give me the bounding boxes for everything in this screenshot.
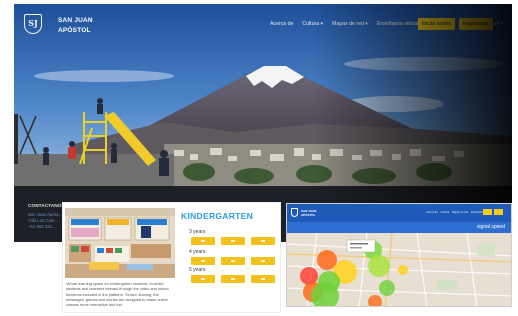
contact-address[interactable]: San Juan Apóst...: [28, 212, 62, 217]
level-button[interactable]: [251, 257, 275, 265]
login-button[interactable]: Iniciar sesión: [418, 18, 456, 30]
map-nav-culture[interactable]: Cultura: [441, 211, 449, 214]
brand-line-2: APÓSTOL: [58, 27, 91, 34]
kindergarten-description: Virtual learning space for kindergarten …: [66, 281, 169, 308]
nav-link-network-maps[interactable]: Mapas de red ▾: [332, 21, 368, 27]
map-brand: SAN JUAN APÓSTOL: [301, 209, 316, 217]
level-button[interactable]: [191, 257, 215, 265]
level-button[interactable]: [191, 237, 215, 245]
map-shield-logo[interactable]: [291, 208, 298, 217]
level-button[interactable]: [221, 257, 245, 265]
map-nav-links: Acerca de Cultura Mapas de red Enseñanza…: [426, 211, 492, 214]
age-label-4: 4 years: [189, 249, 206, 255]
map-register-button[interactable]: [494, 209, 503, 215]
contact-title: CONTACTANOS: [28, 204, 65, 209]
nav-link-virtual-teaching[interactable]: Enseñanza virtual: [377, 21, 418, 27]
register-button[interactable]: Registrarse: [459, 18, 493, 30]
map-nav-about[interactable]: Acerca de: [426, 211, 438, 214]
age-label-5: 5 years: [189, 267, 206, 273]
school-shield-logo[interactable]: SJ: [24, 14, 42, 34]
level-button[interactable]: [221, 275, 245, 283]
signal-map-panel: SAN JUAN APÓSTOL Acerca de Cultura Mapas…: [286, 203, 512, 307]
age-label-3: 3 years: [189, 229, 206, 235]
level-button[interactable]: [221, 237, 245, 245]
level-button[interactable]: [251, 275, 275, 283]
classroom-photo: [65, 208, 175, 278]
nav-link-culture[interactable]: Cultura ▾: [302, 21, 323, 27]
map-header: SAN JUAN APÓSTOL Acerca de Cultura Mapas…: [287, 204, 511, 222]
signal-speed-title: signal speed: [476, 224, 505, 230]
brand-line-1: SAN JUAN: [58, 17, 93, 24]
level-button[interactable]: [251, 237, 275, 245]
contact-phone[interactable]: +51 950 321...: [28, 224, 56, 229]
map-login-button[interactable]: [483, 209, 492, 215]
top-navbar: SJ SAN JUAN APÓSTOL Acerca de Cultura ▾ …: [14, 4, 512, 46]
level-button[interactable]: [191, 275, 215, 283]
language-selector[interactable]: es ▾: [494, 21, 503, 27]
kindergarten-title: KINDERGARTEN: [181, 211, 254, 221]
map-brand-line-2: APÓSTOL: [301, 213, 316, 217]
kindergarten-card: KINDERGARTEN 3 years 4 years 5 years Vir…: [62, 202, 281, 313]
contact-district[interactable]: Villa Los Com...: [28, 218, 58, 223]
brand-name: SAN JUAN APÓSTOL: [58, 16, 93, 36]
nav-links: Acerca de Cultura ▾ Mapas de red ▾ Enseñ…: [270, 21, 418, 27]
map-nav-maps[interactable]: Mapas de red: [452, 211, 468, 214]
nav-link-about[interactable]: Acerca de: [270, 21, 293, 27]
